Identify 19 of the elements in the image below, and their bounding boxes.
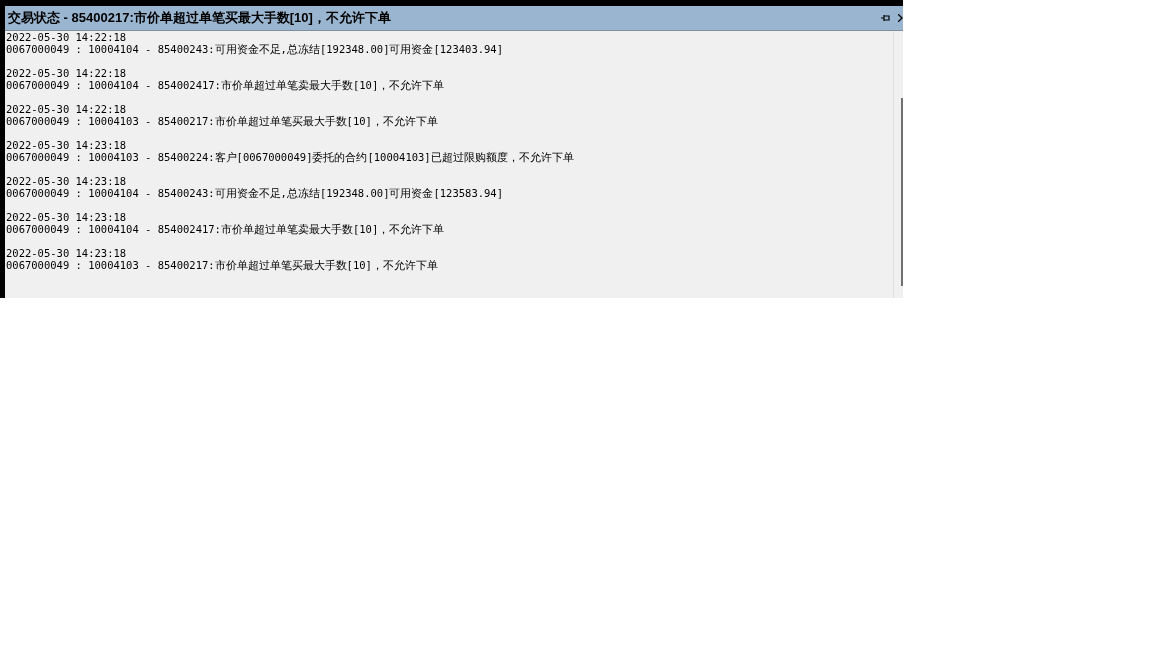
scrollbar-thumb[interactable]	[901, 98, 903, 286]
log-message: 0067000049 : 10004104 - 854002417:市价单超过单笔卖最大手数[10]，不允许下单	[6, 79, 445, 91]
log-timestamp: 2022-05-30 14:23:18	[6, 139, 127, 151]
log-message: 0067000049 : 10004104 - 85400243:可用资金不足,总冻结[192348.00]可用资金[123403.94]	[6, 43, 503, 55]
log-timestamp: 2022-05-30 14:23:18	[6, 175, 127, 187]
log-timestamp: 2022-05-30 14:23:18	[6, 211, 127, 223]
log-timestamp: 2022-05-30 14:22:18	[6, 103, 127, 115]
log-message: 0067000049 : 10004103 - 85400217:市价单超过单笔买最大手数[10]，不允许下单	[6, 259, 438, 271]
log-message: 0067000049 : 10004103 - 85400217:市价单超过单笔买最大手数[10]，不允许下单	[6, 115, 438, 127]
log-timestamp: 2022-05-30 14:23:18	[6, 247, 127, 259]
log-message: 0067000049 : 10004104 - 85400243:可用资金不足,总冻结[192348.00]可用资金[123583.94]	[6, 187, 503, 199]
panel-title: 交易状态 - 85400217:市价单超过单笔买最大手数[10]，不允许下单	[8, 9, 391, 28]
pin-icon[interactable]	[881, 14, 890, 22]
log-message: 0067000049 : 10004103 - 85400224:客户[0067000049]委托的合约[10004103]已超过限购额度，不允许下单	[6, 151, 574, 163]
log-timestamp: 2022-05-30 14:22:18	[6, 67, 127, 79]
close-icon[interactable]	[898, 14, 903, 22]
scrollbar[interactable]	[893, 31, 903, 298]
log-message: 0067000049 : 10004104 - 854002417:市价单超过单笔卖最大手数[10]，不允许下单	[6, 223, 445, 235]
log-timestamp: 2022-05-30 14:22:18	[6, 31, 127, 43]
